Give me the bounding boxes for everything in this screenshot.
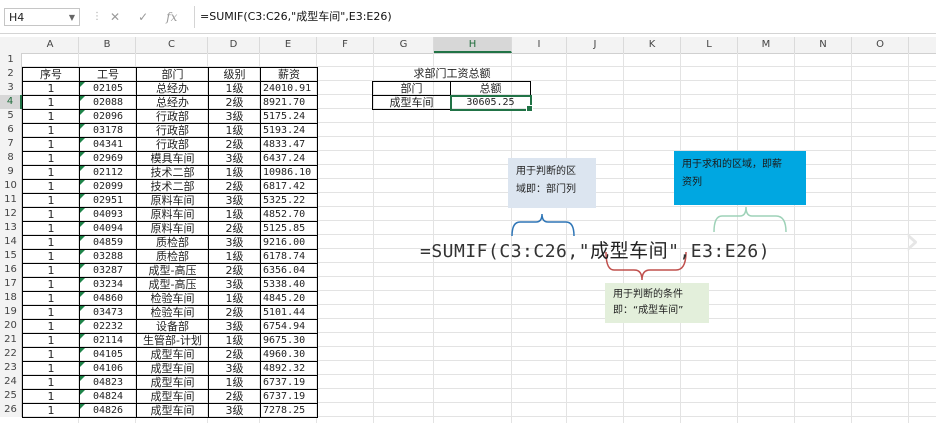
annotation-braces [511,206,787,281]
brace-range-icon [511,213,575,237]
big-formula-suffix: ",E3:E26) [668,241,771,262]
big-formula-criteria: 成型车间 [590,240,669,262]
big-formula: =SUMIF(C3:C26,"成型车间",E3:E26) [420,236,770,263]
brace-sum-range-icon [713,206,787,233]
big-formula-prefix: =SUMIF(C3:C26," [420,241,591,262]
chevron-right-icon[interactable]: › [904,218,920,264]
